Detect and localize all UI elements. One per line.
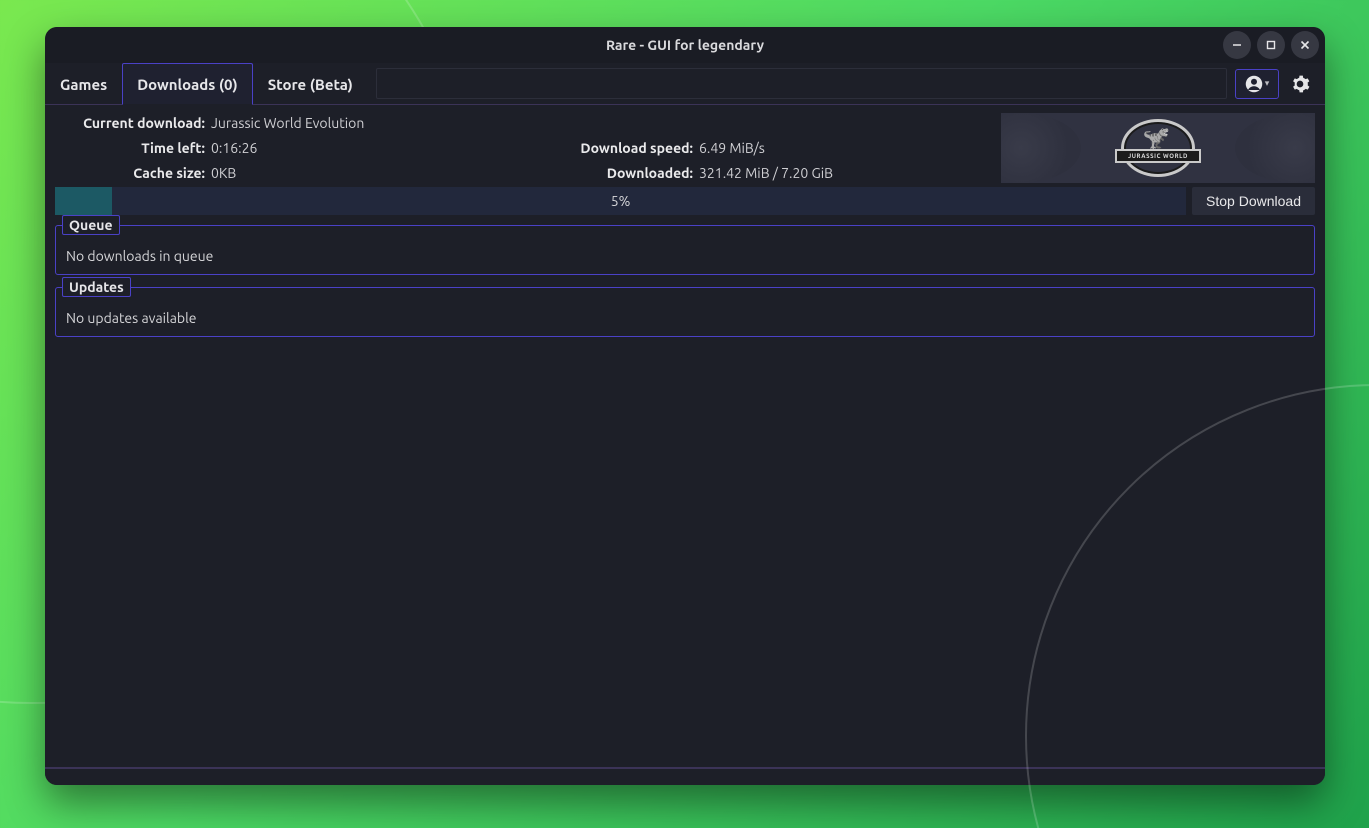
stop-download-button[interactable]: Stop Download: [1192, 187, 1315, 215]
titlebar: Rare - GUI for legendary: [45, 27, 1325, 63]
close-icon: [1299, 39, 1311, 51]
user-icon: [1245, 75, 1263, 93]
label-time-left: Time left:: [55, 140, 205, 156]
queue-title: Queue: [62, 215, 120, 235]
jurassic-world-logo: 🦖 JURASSIC WORLD: [1121, 119, 1195, 177]
updates-title: Updates: [62, 277, 131, 297]
updates-group: Updates No updates available: [55, 287, 1315, 337]
gear-icon: [1290, 74, 1310, 94]
toolbar-right: ▾: [1235, 63, 1325, 104]
progress-row: 5% Stop Download: [55, 187, 1315, 215]
value-download-speed: 6.49 MiB/s: [699, 140, 995, 156]
download-info-grid: Current download: Jurassic World Evoluti…: [55, 113, 995, 183]
value-cache-size: 0KB: [211, 165, 507, 181]
tab-store[interactable]: Store (Beta): [253, 63, 368, 104]
app-window: Rare - GUI for legendary Games Downloads…: [45, 27, 1325, 785]
maximize-icon: [1265, 39, 1277, 51]
value-game-name: Jurassic World Evolution: [211, 115, 507, 131]
window-title: Rare - GUI for legendary: [606, 37, 764, 53]
settings-button[interactable]: [1285, 69, 1315, 99]
chevron-down-icon: ▾: [1265, 78, 1270, 89]
status-bar: [45, 767, 1325, 785]
label-cache-size: Cache size:: [55, 165, 205, 181]
game-artwork: 🦖 JURASSIC WORLD: [1001, 113, 1315, 183]
label-download-speed: Download speed:: [513, 140, 693, 156]
queue-empty-text: No downloads in queue: [66, 244, 1304, 264]
tab-downloads[interactable]: Downloads (0): [122, 63, 253, 105]
queue-group: Queue No downloads in queue: [55, 225, 1315, 275]
label-downloaded: Downloaded:: [513, 165, 693, 181]
toolbar: Games Downloads (0) Store (Beta) ▾: [45, 63, 1325, 105]
updates-empty-text: No updates available: [66, 306, 1304, 326]
window-controls: [1223, 31, 1319, 59]
label-current-download: Current download:: [55, 115, 205, 131]
toolbar-spacer: [376, 68, 1227, 99]
account-button[interactable]: ▾: [1235, 69, 1279, 99]
minimize-icon: [1231, 39, 1243, 51]
value-time-left: 0:16:26: [211, 140, 507, 156]
content-area: Current download: Jurassic World Evoluti…: [45, 105, 1325, 767]
close-button[interactable]: [1291, 31, 1319, 59]
logo-text: JURASSIC WORLD: [1115, 149, 1201, 163]
progress-bar: 5%: [55, 187, 1186, 215]
progress-percent-label: 5%: [55, 187, 1186, 215]
minimize-button[interactable]: [1223, 31, 1251, 59]
current-download-panel: Current download: Jurassic World Evoluti…: [55, 113, 1315, 183]
value-downloaded: 321.42 MiB / 7.20 GiB: [699, 165, 995, 181]
tab-games[interactable]: Games: [45, 63, 122, 104]
tab-bar: Games Downloads (0) Store (Beta): [45, 63, 368, 104]
maximize-button[interactable]: [1257, 31, 1285, 59]
